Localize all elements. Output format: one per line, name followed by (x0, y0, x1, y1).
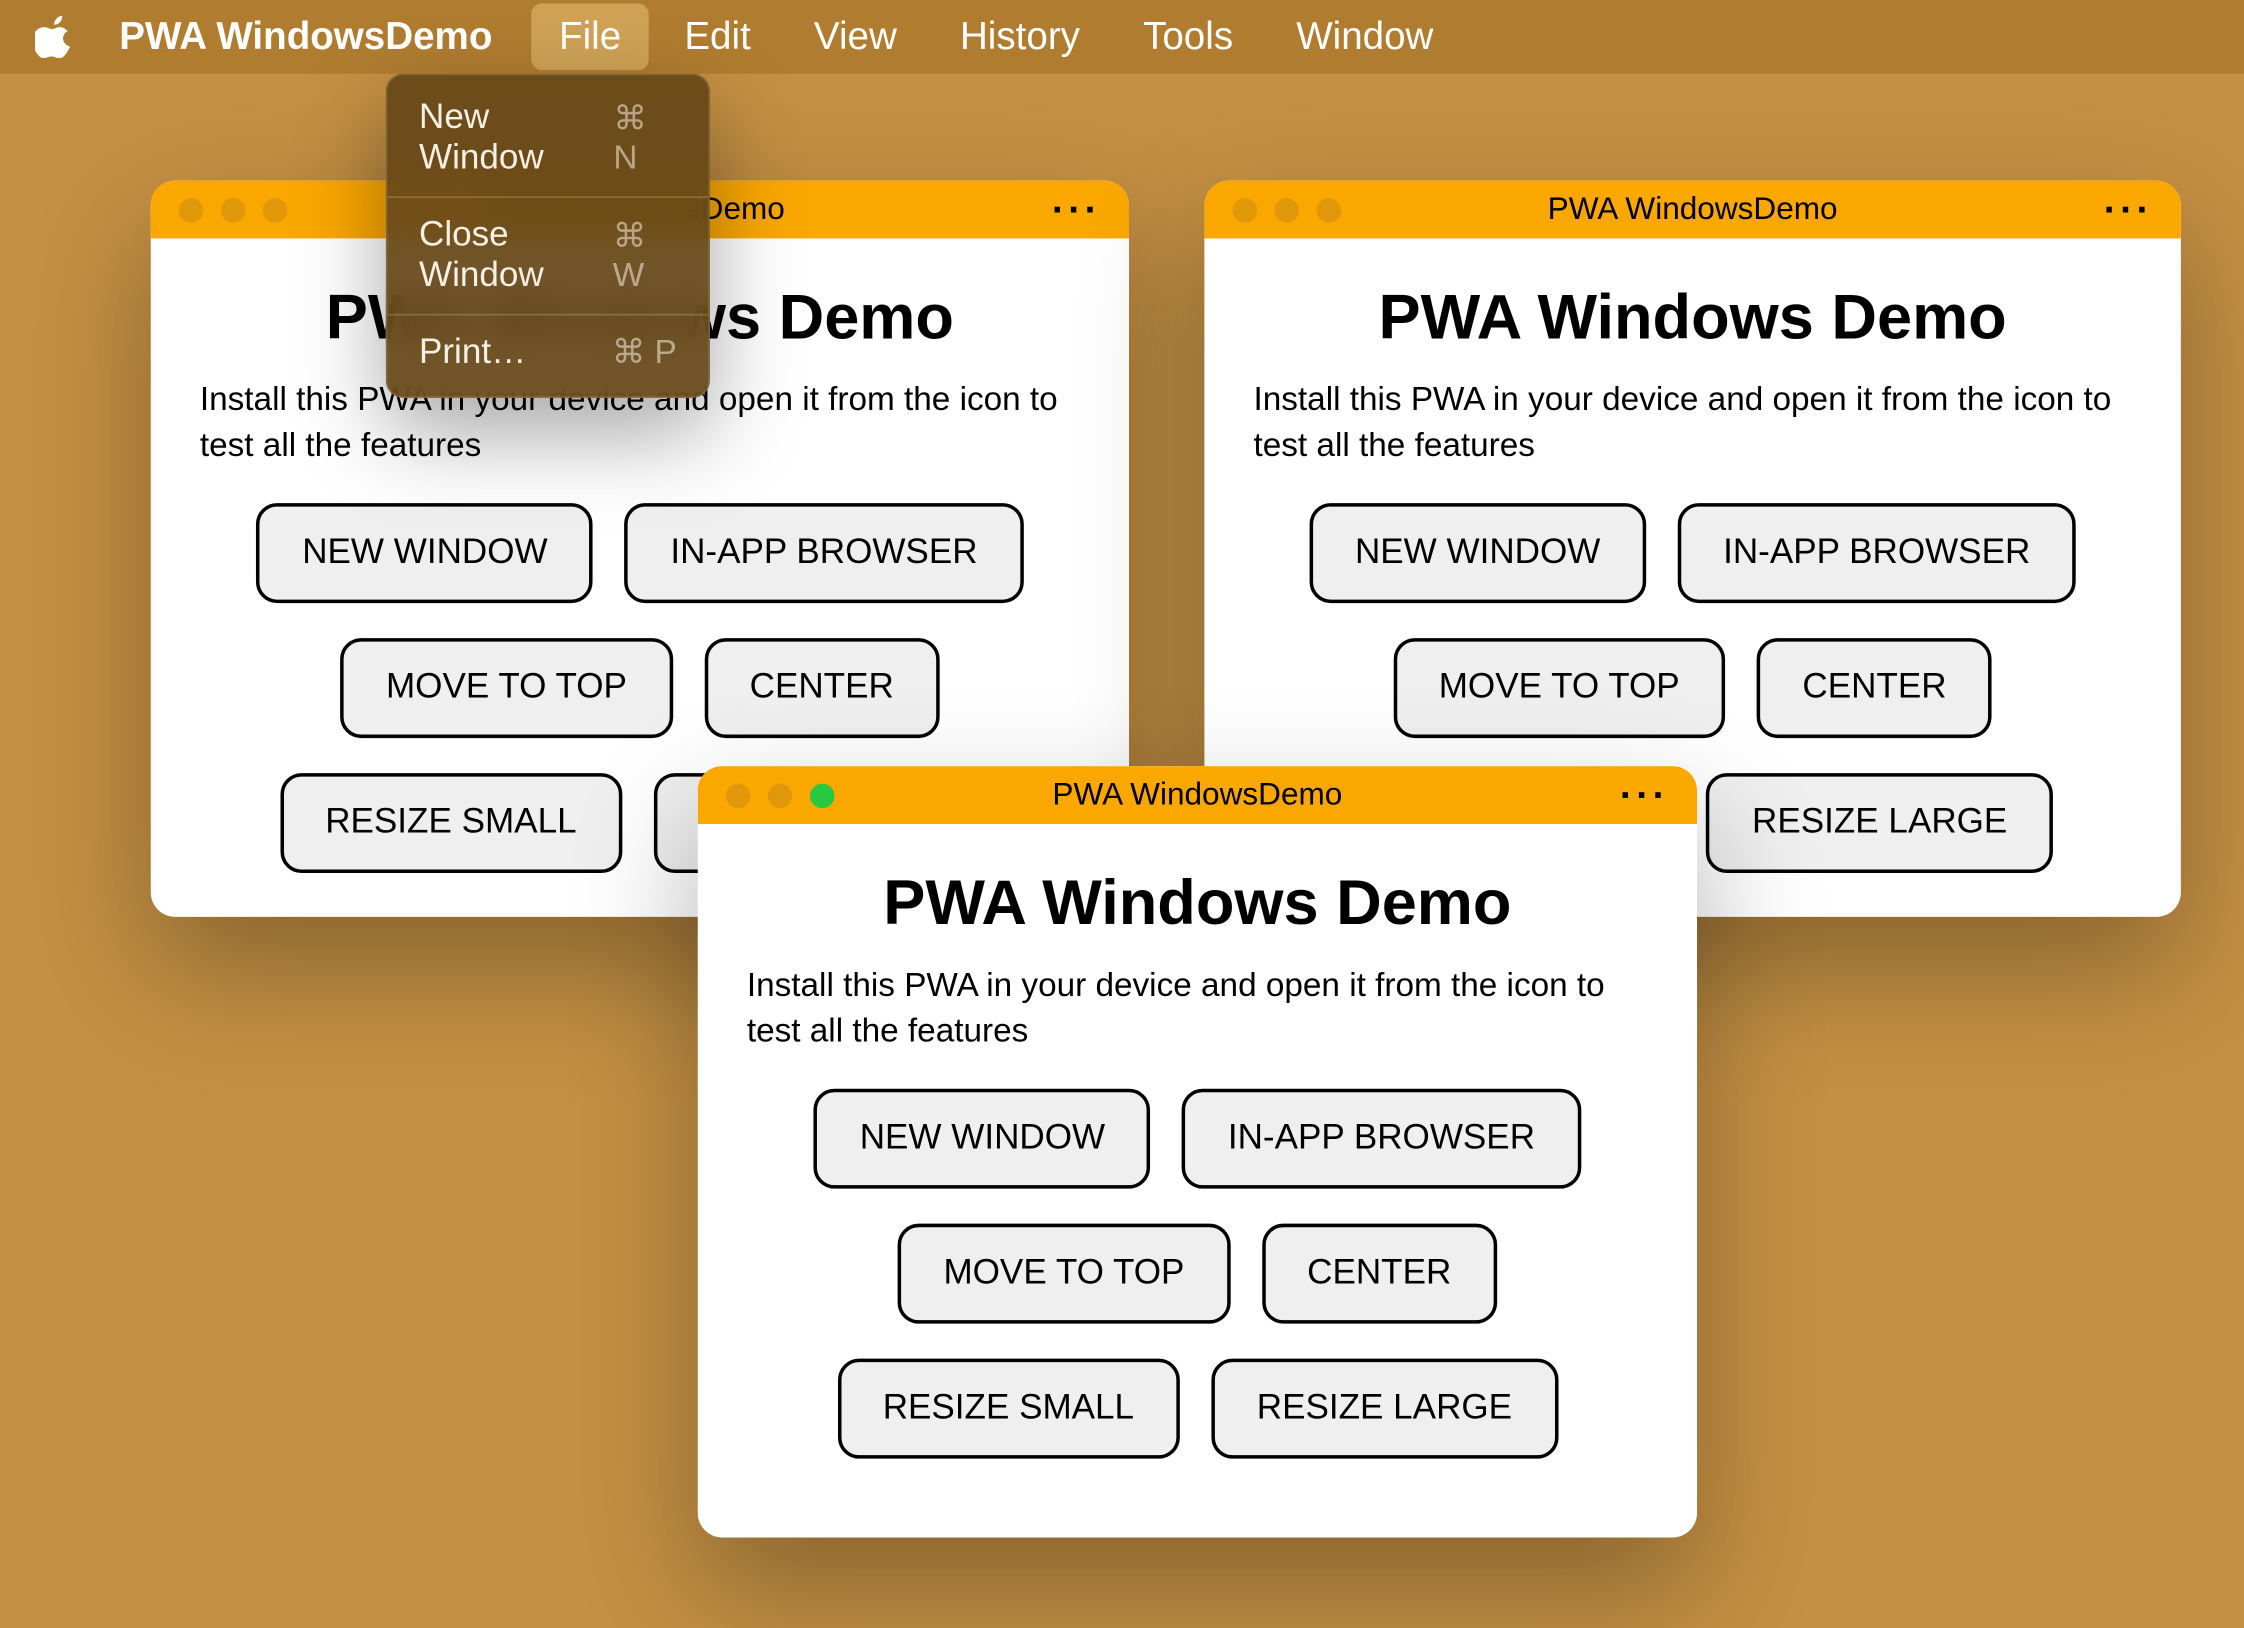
more-icon[interactable]: ··· (1052, 201, 1101, 219)
maximize-icon[interactable] (810, 783, 835, 808)
page-description: Install this PWA in your device and open… (1253, 379, 2131, 469)
menu-window[interactable]: Window (1268, 4, 1461, 71)
more-icon[interactable]: ··· (1620, 786, 1669, 804)
resize-large-button[interactable]: RESIZE LARGE (1706, 774, 2052, 874)
menu-separator (387, 314, 708, 316)
menu-item-label: Print… (419, 333, 526, 373)
menu-item-shortcut: ⌘ N (613, 99, 676, 178)
traffic-lights (179, 197, 288, 222)
resize-large-button[interactable]: RESIZE LARGE (1211, 1359, 1557, 1459)
menu-item-label: New Window (419, 98, 613, 179)
center-button[interactable]: CENTER (1757, 639, 1992, 739)
minimize-icon[interactable] (768, 783, 793, 808)
menu-file[interactable]: File (531, 4, 649, 71)
menu-separator (387, 196, 708, 198)
center-button[interactable]: CENTER (704, 639, 939, 739)
menu-new-window[interactable]: New Window ⌘ N (387, 86, 708, 191)
new-window-button[interactable]: NEW WINDOW (814, 1089, 1151, 1189)
apple-icon[interactable] (35, 16, 74, 58)
button-group: NEW WINDOW IN-APP BROWSER MOVE TO TOP CE… (747, 1089, 1648, 1459)
new-window-button[interactable]: NEW WINDOW (257, 504, 594, 604)
traffic-lights (1232, 197, 1341, 222)
in-app-browser-button[interactable]: IN-APP BROWSER (1182, 1089, 1580, 1189)
resize-small-button[interactable]: RESIZE SMALL (837, 1359, 1180, 1459)
close-icon[interactable] (1232, 197, 1257, 222)
menu-item-shortcut: ⌘ W (613, 217, 677, 296)
traffic-lights (726, 783, 835, 808)
window-title: PWA WindowsDemo (1548, 191, 1838, 228)
menu-print[interactable]: Print… ⌘ P (387, 321, 708, 386)
page-description: Install this PWA in your device and open… (747, 964, 1648, 1054)
resize-small-button[interactable]: RESIZE SMALL (280, 774, 623, 874)
menu-history[interactable]: History (932, 4, 1108, 71)
close-icon[interactable] (179, 197, 204, 222)
in-app-browser-button[interactable]: IN-APP BROWSER (625, 504, 1023, 604)
window-body: PWA Windows Demo Install this PWA in you… (698, 824, 1697, 1491)
titlebar[interactable]: PWA WindowsDemo ··· (1204, 181, 2180, 239)
new-window-button[interactable]: NEW WINDOW (1309, 504, 1646, 604)
center-button[interactable]: CENTER (1262, 1224, 1497, 1324)
menu-edit[interactable]: Edit (656, 4, 779, 71)
window-title: PWA WindowsDemo (1052, 777, 1342, 814)
menu-item-label: Close Window (419, 216, 613, 297)
minimize-icon[interactable] (1275, 197, 1300, 222)
more-icon[interactable]: ··· (2104, 201, 2153, 219)
minimize-icon[interactable] (221, 197, 246, 222)
menu-app-name[interactable]: PWA WindowsDemo (119, 14, 492, 60)
page-title: PWA Windows Demo (747, 866, 1648, 940)
menu-view[interactable]: View (786, 4, 925, 71)
menubar: PWA WindowsDemo File Edit View History T… (0, 0, 2244, 74)
in-app-browser-button[interactable]: IN-APP BROWSER (1678, 504, 2076, 604)
menu-close-window[interactable]: Close Window ⌘ W (387, 203, 708, 308)
close-icon[interactable] (726, 783, 751, 808)
move-to-top-button[interactable]: MOVE TO TOP (898, 1224, 1230, 1324)
file-menu-dropdown: New Window ⌘ N Close Window ⌘ W Print… ⌘… (386, 74, 710, 398)
titlebar[interactable]: PWA WindowsDemo ··· (698, 766, 1697, 824)
app-window-front: PWA WindowsDemo ··· PWA Windows Demo Ins… (698, 766, 1697, 1537)
maximize-icon[interactable] (1317, 197, 1342, 222)
maximize-icon[interactable] (263, 197, 288, 222)
menu-item-shortcut: ⌘ P (612, 333, 677, 373)
menu-tools[interactable]: Tools (1115, 4, 1261, 71)
page-title: PWA Windows Demo (1253, 281, 2131, 355)
move-to-top-button[interactable]: MOVE TO TOP (340, 639, 672, 739)
move-to-top-button[interactable]: MOVE TO TOP (1393, 639, 1725, 739)
